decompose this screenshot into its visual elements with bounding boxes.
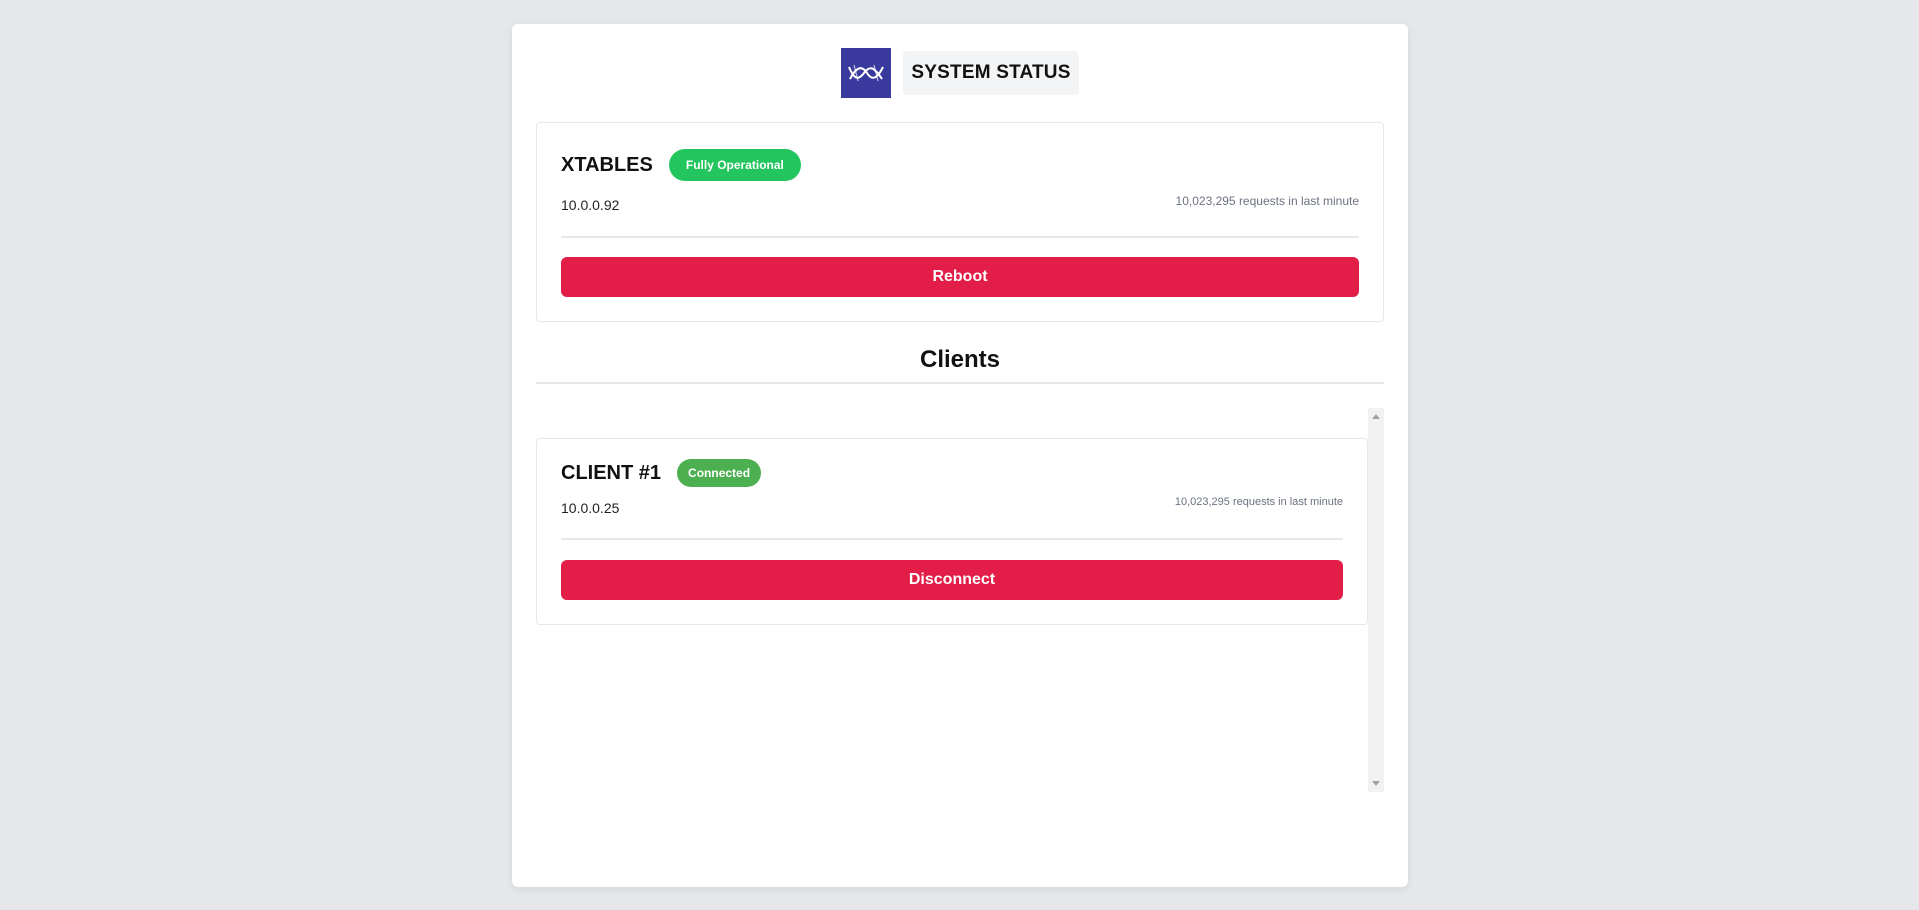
scrollbar[interactable]	[1368, 408, 1384, 792]
server-title-row: XTABLES Fully Operational	[561, 149, 801, 181]
clients-list: CLIENT #1 Connected 10.0.0.25 10,023,295…	[536, 408, 1384, 792]
status-badge: Fully Operational	[668, 149, 801, 181]
status-card: SYSTEM STATUS XTABLES Fully Operational …	[512, 24, 1408, 887]
reboot-button[interactable]: Reboot	[561, 257, 1359, 297]
server-ip: 10.0.0.92	[561, 197, 620, 213]
status-badge: Connected	[677, 459, 762, 487]
scroll-down-icon[interactable]	[1372, 781, 1380, 786]
client-title-row: CLIENT #1 Connected	[561, 459, 762, 487]
page-header: SYSTEM STATUS	[512, 48, 1408, 98]
client-card: CLIENT #1 Connected 10.0.0.25 10,023,295…	[536, 438, 1368, 625]
page-title: SYSTEM STATUS	[903, 51, 1079, 95]
divider	[536, 382, 1384, 384]
wave-logo-icon	[841, 48, 892, 98]
client-name: CLIENT #1	[561, 461, 662, 484]
scroll-up-icon[interactable]	[1372, 414, 1380, 419]
client-ip: 10.0.0.25	[561, 500, 620, 516]
server-panel: XTABLES Fully Operational 10.0.0.92 10,0…	[536, 122, 1384, 322]
clients-heading: Clients	[919, 346, 1000, 373]
server-name: XTABLES	[561, 153, 653, 176]
server-requests: 10,023,295 requests in last minute	[1175, 194, 1359, 208]
disconnect-button[interactable]: Disconnect	[561, 560, 1343, 600]
client-requests: 10,023,295 requests in last minute	[1174, 496, 1343, 508]
divider	[561, 236, 1359, 238]
divider	[561, 538, 1343, 540]
